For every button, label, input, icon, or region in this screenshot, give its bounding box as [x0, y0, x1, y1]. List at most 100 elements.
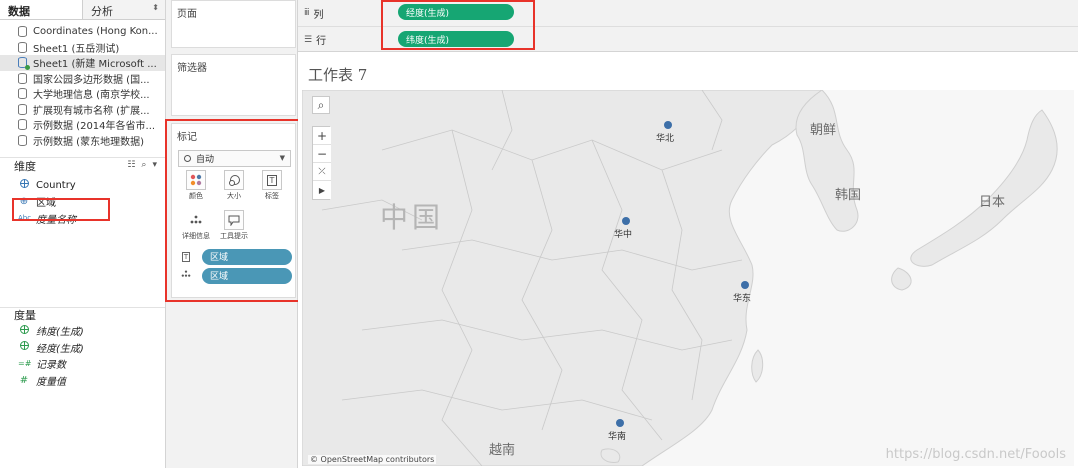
datasource-item[interactable]: 国家公园多边形数据 (国... [0, 71, 165, 87]
map-label-japan: 日本 [979, 195, 1006, 210]
zoom-out-icon[interactable]: − [313, 145, 331, 163]
field-label: Country [36, 179, 76, 191]
pages-title: 页面 [177, 9, 197, 20]
zoom-in-icon[interactable]: + [313, 127, 331, 145]
datasource-list: Coordinates (Hong Kon... Sheet1 (五岳测试) S… [0, 20, 165, 148]
tab-analysis-label: 分析 [91, 5, 113, 18]
label-button[interactable]: T 标签 [256, 170, 288, 202]
dimensions-title: 维度 [14, 159, 36, 173]
map-label-south-korea: 韩国 [835, 188, 862, 203]
map-point-dot [622, 217, 630, 225]
detail-icon [186, 210, 206, 230]
pages-card[interactable]: 页面 [171, 0, 296, 48]
number-icon: # [19, 374, 29, 386]
detail-button-label: 详细信息 [182, 232, 210, 240]
region-detail-pill[interactable]: 区域 [202, 267, 292, 284]
field-region[interactable]: ⊕ 区域 [0, 194, 165, 211]
database-icon [18, 57, 30, 71]
datasource-item-active[interactable]: Sheet1 (新建 Microsoft ... [0, 55, 165, 71]
field-latitude[interactable]: 纬度(生成) [0, 323, 165, 340]
map-attribution[interactable]: © OpenStreetMap contributors [308, 455, 437, 464]
field-measure-values[interactable]: # 度量值 [0, 372, 165, 389]
map-point-dot [664, 121, 672, 129]
region-label-pill[interactable]: 区域 [202, 248, 292, 265]
datasource-item[interactable]: 扩展现有城市名称 (扩展... [0, 102, 165, 118]
color-button[interactable]: 颜色 [180, 170, 212, 202]
database-icon [18, 119, 27, 131]
field-label: 经度(生成) [36, 343, 84, 355]
watermark: https://blog.csdn.net/Foools [885, 447, 1066, 462]
globe-icon [18, 341, 30, 353]
tooltip-button-label: 工具提示 [220, 232, 248, 240]
dimensions-header: 维度 ☷ ⌕ ▾ [0, 157, 165, 173]
search-icon[interactable]: ⌕ [141, 160, 146, 170]
size-button[interactable]: 大小 [218, 170, 250, 202]
detail-icon [180, 270, 192, 281]
rows-shelf[interactable]: ☰ 行 纬度(生成) [298, 26, 1078, 52]
color-dots-icon [186, 170, 206, 190]
datasource-item[interactable]: 示例数据 (2014年各省市... [0, 117, 165, 133]
field-country[interactable]: Country [0, 177, 165, 194]
datasource-item[interactable]: Sheet1 (五岳测试) [0, 40, 165, 56]
map-point-dot [616, 419, 624, 427]
text-label-icon: T [181, 251, 191, 262]
chevron-down-icon[interactable]: ▾ [152, 160, 157, 170]
reset-zoom-icon[interactable]: ⤫ [313, 163, 331, 181]
dimension-tools: ☷ ⌕ ▾ [127, 160, 157, 170]
map-label-north-korea: 朝鲜 [810, 123, 837, 138]
size-icon [224, 170, 244, 190]
rows-shelf-label: ☰ 行 [298, 32, 394, 48]
measures-title: 度量 [14, 309, 36, 322]
globe-icon [18, 179, 30, 191]
field-longitude[interactable]: 经度(生成) [0, 339, 165, 356]
tab-analysis[interactable]: 分析 ⬍ [83, 0, 165, 19]
marks-pill-row: 区域 [180, 267, 292, 284]
map-point-dot [741, 281, 749, 289]
map-point-label: 华东 [733, 294, 752, 304]
datasource-label: 国家公园多边形数据 (国... [33, 74, 150, 86]
datasource-label: 示例数据 (蒙东地理数据) [33, 136, 144, 148]
tab-data[interactable]: 数据 [0, 0, 83, 19]
columns-shelf-label: iii 列 [298, 6, 394, 21]
detail-button[interactable]: 详细信息 [180, 210, 212, 242]
field-measure-names[interactable]: Abc 度量名称 [0, 210, 165, 227]
map-point-label: 华北 [656, 134, 675, 144]
datasource-label: Sheet1 (新建 Microsoft ... [33, 59, 157, 71]
number-icon: =# [18, 359, 32, 369]
rows-icon: ☰ [304, 34, 312, 45]
grid-view-icon[interactable]: ☷ [127, 160, 135, 170]
datasource-label: 大学地理信息 (南京学校... [33, 90, 150, 102]
database-icon [18, 41, 27, 53]
database-icon [18, 26, 27, 38]
tooltip-icon [224, 210, 244, 230]
tooltip-button[interactable]: 工具提示 [218, 210, 250, 242]
color-button-label: 颜色 [189, 192, 203, 200]
map-view[interactable]: ⌕ + − ⤫ ▶ 中国 朝鲜 韩国 日本 越南 华北 华中 华东 华南 © O… [302, 90, 1074, 466]
database-icon [18, 72, 27, 84]
map-search-icon[interactable]: ⌕ [312, 96, 330, 114]
datasource-label: Coordinates (Hong Kon... [33, 26, 158, 38]
rows-columns-shelves: iii 列 经度(生成) ☰ 行 纬度(生成) [298, 0, 1078, 52]
mark-type-dropdown[interactable]: 自动 ▼ [178, 150, 291, 167]
datasource-label: 示例数据 (2014年各省市... [33, 121, 156, 133]
filters-card[interactable]: 筛选器 [171, 54, 296, 116]
longitude-pill[interactable]: 经度(生成) [398, 4, 514, 20]
datasource-item[interactable]: 示例数据 (蒙东地理数据) [0, 133, 165, 149]
worksheet: 工作表 7 ⌕ + − ⤫ ▶ 中国 朝鲜 韩国 日本 越南 华北 华中 华东 … [298, 52, 1078, 468]
field-label: 区域 [36, 198, 56, 210]
columns-label: 列 [313, 9, 324, 21]
map-background [302, 90, 1074, 466]
latitude-pill[interactable]: 纬度(生成) [398, 31, 514, 47]
measures-header: 度量 [0, 306, 165, 323]
globe-icon [18, 324, 30, 337]
datasource-item[interactable]: 大学地理信息 (南京学校... [0, 86, 165, 102]
sheet-title: 工作表 7 [308, 66, 368, 84]
datasource-item[interactable]: Coordinates (Hong Kon... [0, 24, 165, 40]
sort-arrows-icon[interactable]: ⬍ [152, 3, 159, 12]
play-arrow-icon[interactable]: ▶ [313, 181, 331, 199]
field-record-count[interactable]: =# 记录数 [0, 356, 165, 373]
abc-icon: Abc [18, 214, 32, 223]
columns-shelf[interactable]: iii 列 经度(生成) [298, 0, 1078, 26]
pane-tabs: 数据 分析 ⬍ [0, 0, 165, 20]
field-label: 记录数 [36, 360, 66, 372]
